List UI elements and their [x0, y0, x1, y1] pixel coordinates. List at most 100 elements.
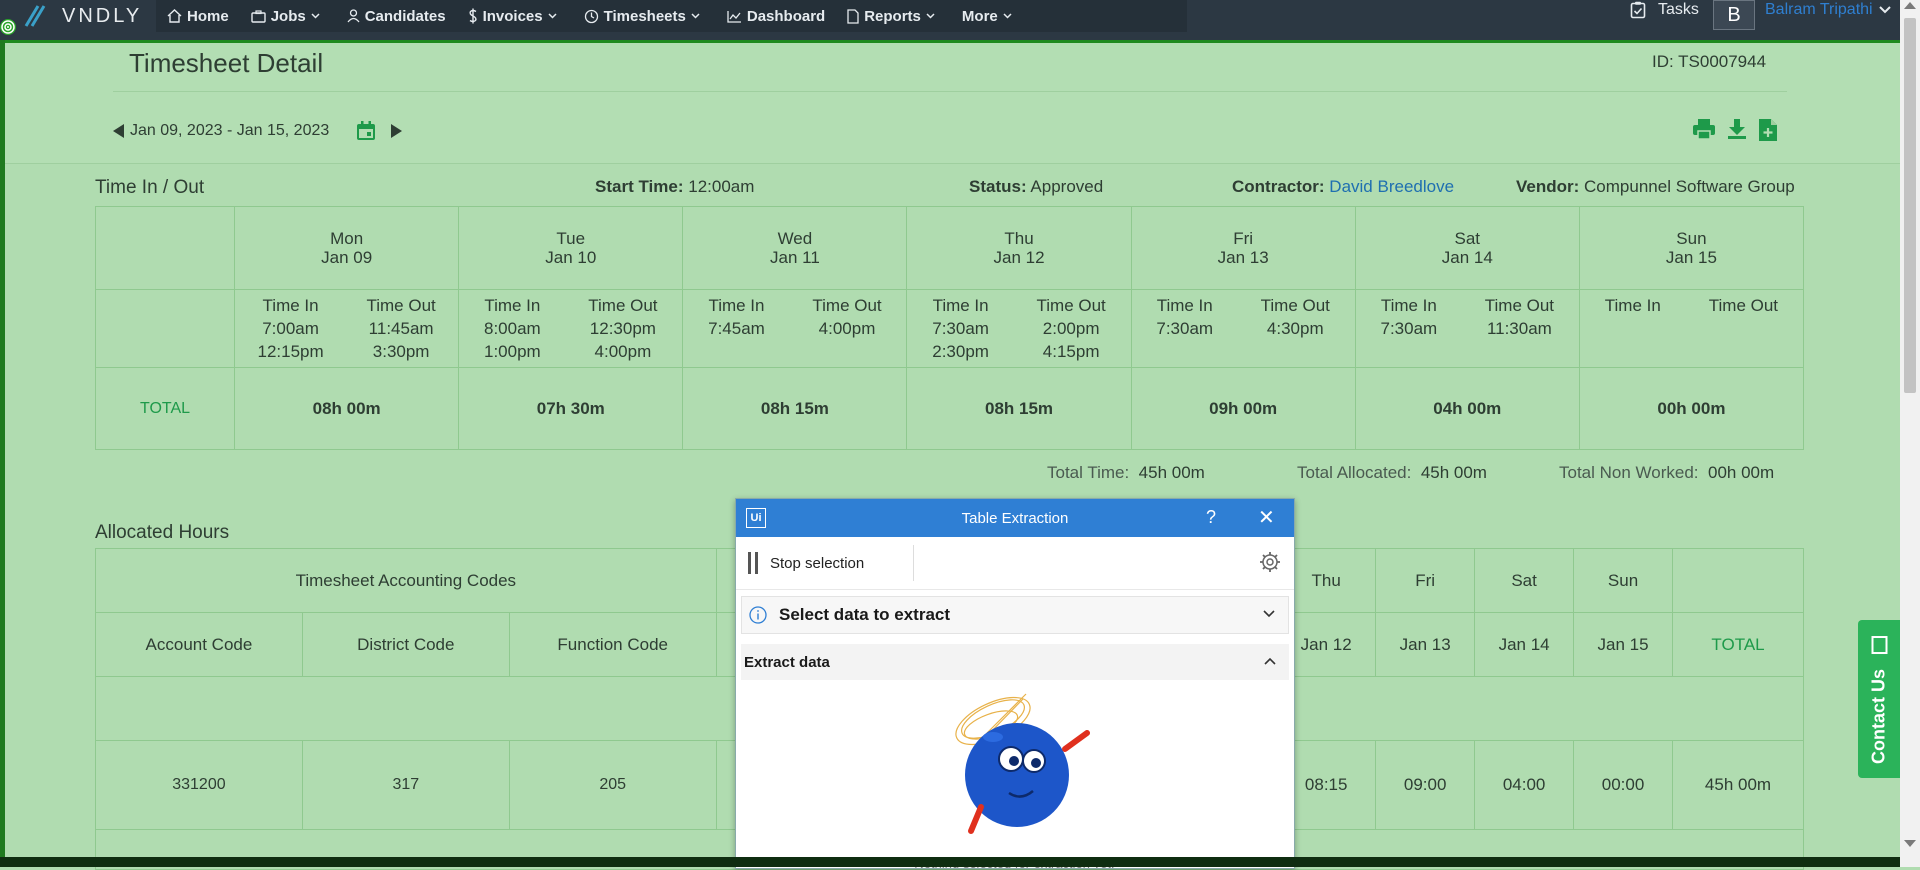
nav-item-candidates[interactable]: Candidates [336, 0, 457, 32]
vendor-value: Compunnel Software Group [1584, 177, 1795, 196]
time-out-value: 4:30pm [1266, 319, 1324, 338]
vendor-label: Vendor: [1516, 177, 1580, 196]
time-out-column: Time Out 11:45am 3:30pm [366, 294, 435, 363]
nav-item-home[interactable]: Home [156, 0, 240, 32]
top-navigation-bar: VNDLY Home Jobs Candidates Invoices Timeshee… [0, 0, 1920, 40]
day-date: Jan 09 [321, 248, 373, 267]
chevron-down-icon [1003, 11, 1017, 22]
time-out-column: Time Out 11:30am [1485, 294, 1554, 340]
start-time-info: Start Time: 12:00am [595, 177, 754, 197]
time-in-label: Time In [932, 296, 989, 315]
nav-item-label: More [961, 7, 998, 25]
contractor-link[interactable]: David Breedlove [1329, 177, 1454, 196]
day-date: Jan 14 [1441, 248, 1493, 267]
day-date: Jan 13 [1217, 248, 1269, 267]
time-in-column: Time In 7:30am [1156, 294, 1213, 340]
gear-icon[interactable] [1259, 551, 1281, 573]
allocated-day-of-week: Sun [1573, 548, 1674, 613]
select-data-label: Select data to extract [779, 605, 951, 624]
toolbar-divider [913, 545, 914, 581]
chevron-down-icon [311, 11, 325, 22]
info-icon [749, 606, 767, 624]
select-data-panel[interactable]: Select data to extract [741, 596, 1289, 634]
chevron-down-icon [691, 11, 705, 22]
day-header: Fri Jan 13 [1130, 206, 1356, 290]
scrollbar-thumb[interactable] [1904, 18, 1916, 393]
total-time-label: Total Time: [1047, 463, 1130, 482]
chart-icon [727, 10, 747, 23]
clock-icon [584, 9, 604, 24]
user-menu[interactable]: Balram Tripathi [1765, 0, 1891, 20]
day-date: Jan 15 [1665, 248, 1717, 267]
nav-item-label: Reports [864, 7, 921, 25]
time-in-out-title: Time In / Out [95, 177, 205, 198]
day-header: Sat Jan 14 [1354, 206, 1580, 290]
contractor-label: Contractor: [1232, 177, 1325, 196]
nav-item-invoices[interactable]: Invoices [457, 0, 573, 32]
accounting-codes-header: Timesheet Accounting Codes [95, 548, 717, 613]
day-header-row: Mon Jan 09 Tue Jan 10 Wed Jan 11 Thu Jan 12 Fri J… [94, 206, 1805, 290]
time-in-column: Time In [1605, 294, 1661, 317]
time-in-label: Time In [1604, 296, 1661, 315]
help-button[interactable]: ? [1206, 507, 1216, 528]
briefcase-icon [250, 9, 271, 23]
stop-selection-button[interactable]: Stop selection [770, 555, 864, 572]
total-time: Total Time: 45h 00m [1047, 463, 1205, 483]
time-in-label: Time In [708, 296, 765, 315]
contact-us-label[interactable]: Contact Us [1869, 635, 1890, 764]
day-total: 00h 00m [1578, 367, 1805, 450]
empty-label-cell [94, 289, 236, 368]
add-document-icon[interactable] [1758, 118, 1778, 142]
contractor-info: Contractor: David Breedlove [1232, 177, 1454, 197]
time-in-value: 7:30am [1380, 319, 1438, 338]
time-out-column: Time Out 4:00pm [812, 294, 881, 340]
time-out-label: Time Out [1484, 296, 1555, 315]
left-highlight-border [0, 40, 5, 867]
time-in-value: 12:15pm [257, 342, 324, 361]
day-total: 07h 30m [458, 367, 684, 450]
calendar-icon[interactable] [355, 120, 377, 142]
header-actions [1692, 118, 1778, 142]
download-icon[interactable] [1726, 118, 1748, 140]
day-time-entries: Time In 7:30am Time Out 4:30pm [1130, 289, 1356, 368]
total-non-worked-value: 00h 00m [1707, 463, 1775, 482]
previous-week-icon[interactable] [113, 124, 124, 138]
total-allocated: Total Allocated: 45h 00m [1297, 463, 1487, 483]
time-out-value: 4:00pm [594, 342, 652, 361]
nav-item-reports[interactable]: Reports [836, 0, 951, 32]
nav-item-jobs[interactable]: Jobs [240, 0, 336, 32]
allocated-day-of-week: Fri [1375, 548, 1476, 613]
scroll-down-icon[interactable] [1904, 840, 1916, 847]
tasks-button[interactable]: Tasks [1630, 0, 1699, 20]
start-time-value: 12:00am [688, 177, 755, 196]
nav-item-dashboard[interactable]: Dashboard [716, 0, 836, 32]
time-out-value: 12:30pm [589, 319, 656, 338]
time-in-value: 7:00am [262, 319, 319, 338]
close-button[interactable]: ✕ [1258, 505, 1275, 530]
divider [113, 91, 1787, 92]
chevron-down-icon [926, 11, 940, 22]
time-in-column: Time In 7:30am [1380, 294, 1437, 340]
day-date: Jan 12 [993, 248, 1045, 267]
nav-item-more[interactable]: More [951, 0, 1028, 32]
next-week-icon[interactable] [391, 124, 403, 138]
allocated-day-date: Jan 14 [1474, 612, 1575, 677]
vendor-info: Vendor: Compunnel Software Group [1516, 177, 1795, 197]
scroll-up-icon[interactable] [1904, 2, 1916, 9]
account-code-cell: 331200 [95, 740, 303, 830]
print-icon[interactable] [1692, 118, 1716, 140]
day-of-week: Tue [556, 229, 586, 248]
avatar[interactable]: B [1713, 0, 1755, 30]
extract-data-panel[interactable]: Extract data [741, 644, 1289, 680]
start-time-label: Start Time: [595, 177, 684, 196]
vndly-logo-icon [24, 5, 46, 27]
day-time-entries: Time In 7:30am 2:30pm Time Out 2:00pm 4:15pm [906, 289, 1132, 368]
allocated-total-value: 45h 00m [1672, 740, 1804, 830]
brand-logo[interactable]: VNDLY [20, 0, 142, 32]
time-in-value: 1:00pm [483, 342, 541, 361]
empty-header-cell [1672, 548, 1804, 613]
dialog-title-bar[interactable]: Ui Table Extraction ? ✕ [736, 499, 1294, 537]
user-name: Balram Tripathi [1765, 1, 1873, 18]
nav-item-timesheets[interactable]: Timesheets [573, 0, 716, 32]
allocated-day-date: Jan 15 [1573, 612, 1674, 677]
